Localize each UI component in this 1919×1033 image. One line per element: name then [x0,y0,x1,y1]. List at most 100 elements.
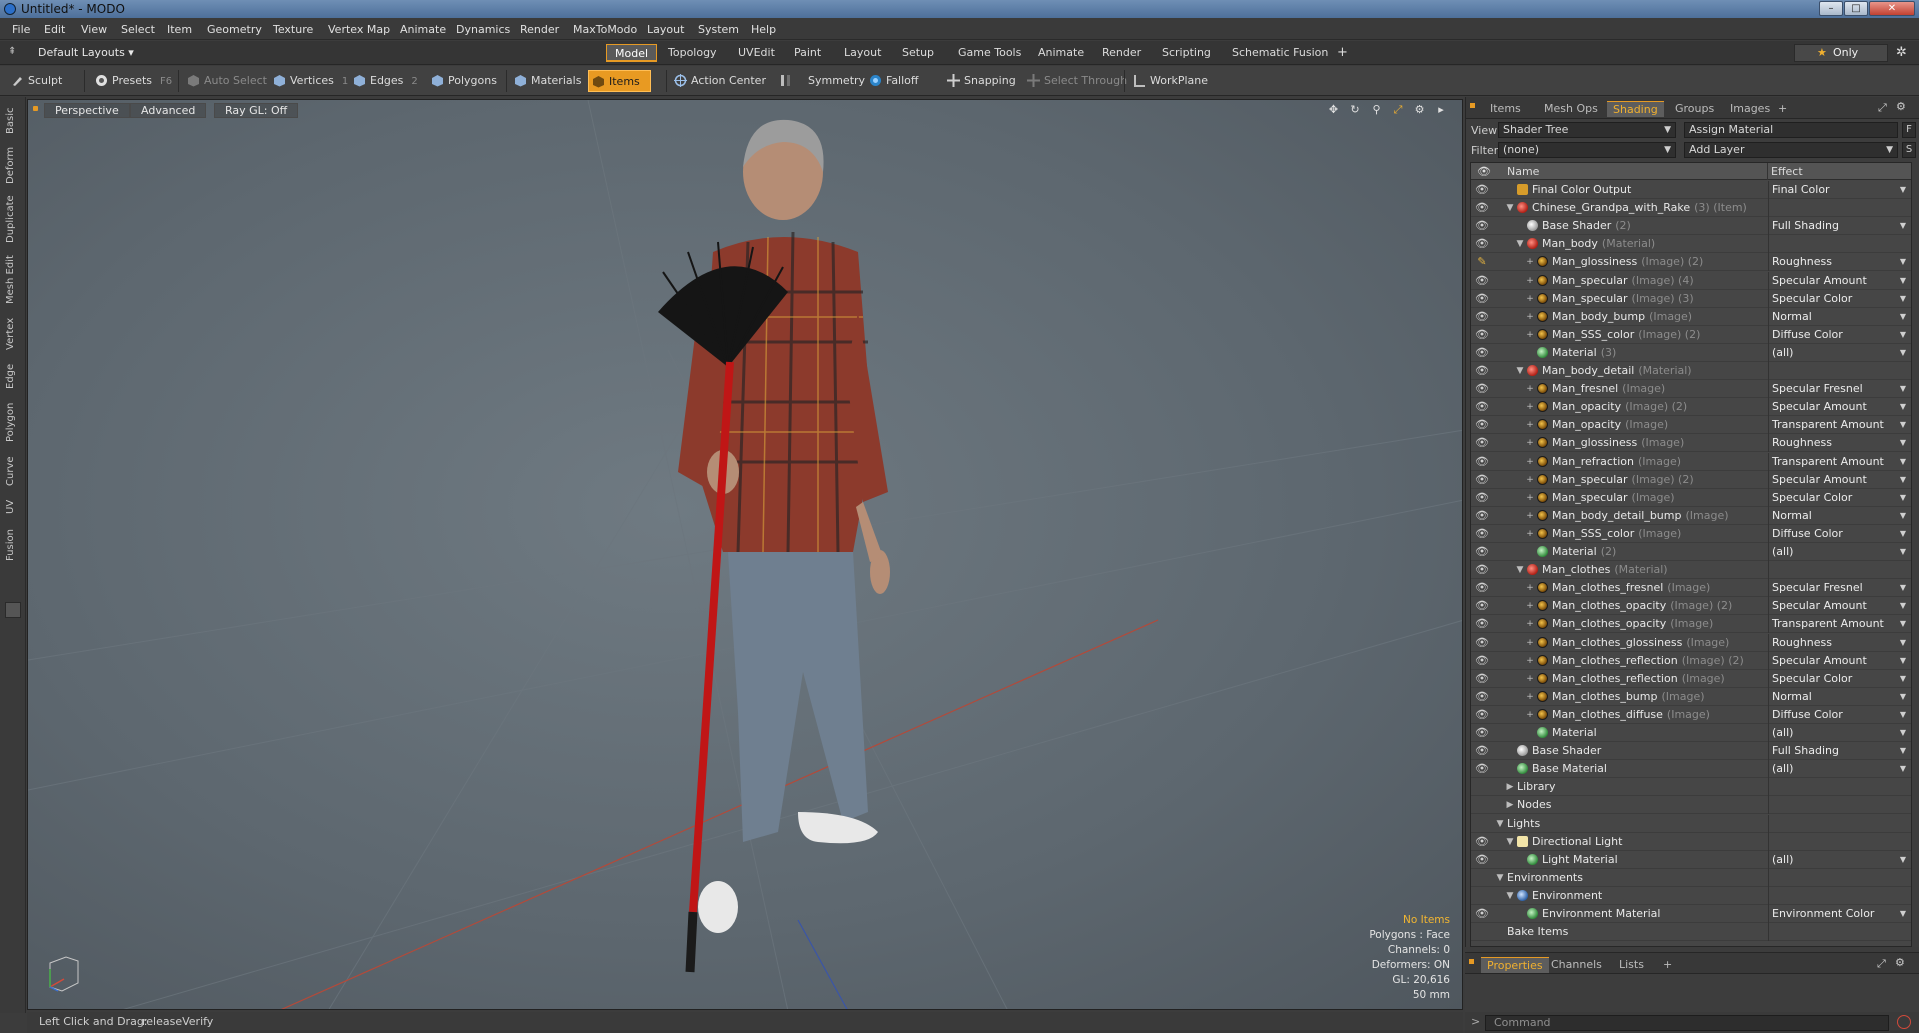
eye-visibility-icon[interactable]: 👁 [1475,364,1489,378]
vtab-polygon[interactable]: Polygon [5,399,21,445]
eye-visibility-icon[interactable]: 👁 [1475,310,1489,324]
chevron-down-icon[interactable]: ▼ [1897,726,1909,740]
shader-tree-row[interactable]: 👁 + Man_SSS_color (Image) (2) Diffuse Color ▼ [1471,325,1911,344]
layer-effect[interactable]: Roughness [1768,434,1896,453]
chevron-down-icon[interactable]: ▼ [1897,473,1909,487]
advanced-shading-button[interactable]: Advanced [130,103,207,118]
panel-gear-icon[interactable]: ⚙ [1896,100,1906,113]
menu-vertex-map[interactable]: Vertex Map [328,23,390,36]
layer-effect[interactable]: Specular Fresnel [1768,579,1896,598]
action-center-button[interactable]: Action Center [671,70,766,92]
expand-plus-icon[interactable]: + [1525,636,1535,650]
eye-visibility-icon[interactable]: 👁 [1475,853,1489,867]
chevron-down-icon[interactable]: ▼ [1897,907,1909,921]
eye-visibility-icon[interactable]: 👁 [1475,690,1489,704]
menu-geometry[interactable]: Geometry [207,23,262,36]
shader-tree-row[interactable]: 👁 Light Material (all) ▼ [1471,850,1911,869]
shader-tree-row[interactable]: 👁 Final Color Output Final Color ▼ [1471,181,1911,199]
eye-visibility-icon[interactable]: 👁 [1475,436,1489,450]
command-input[interactable]: Command [1485,1015,1889,1031]
shader-tree-row[interactable]: 👁 + Man_clothes_reflection (Image) (2) Specu… [1471,651,1911,670]
eye-visibility-icon[interactable]: 👁 [1475,835,1489,849]
expand-plus-icon[interactable]: + [1525,328,1535,342]
layer-effect[interactable]: Roughness [1768,253,1896,272]
shader-tree-row[interactable]: 👁 + Man_clothes_fresnel (Image) Specular Fre… [1471,579,1911,598]
shader-tree-row[interactable]: 👁 ▼ Man_body (Material) [1471,235,1911,254]
eye-visibility-icon[interactable]: 👁 [1475,274,1489,288]
chevron-down-icon[interactable]: ▼ [1897,708,1909,722]
expand-plus-icon[interactable]: + [1525,400,1535,414]
items-button[interactable]: Items [588,70,651,92]
properties-gear-icon[interactable]: ⚙ [1895,956,1905,969]
eye-visibility-icon[interactable]: 👁 [1475,762,1489,776]
menu-view[interactable]: View [81,23,107,36]
expand-arrow-icon[interactable]: ▸ [1434,103,1448,116]
eye-visibility-icon[interactable]: 👁 [1475,201,1489,215]
chevron-down-icon[interactable]: ▼ [1897,617,1909,631]
menu-dynamics[interactable]: Dynamics [456,23,510,36]
vertices-button[interactable]: Vertices 1 [270,70,348,92]
expand-plus-icon[interactable]: + [1525,382,1535,396]
command-stop-icon[interactable] [1897,1015,1911,1029]
shader-tree-row[interactable]: 👁 + Man_fresnel (Image) Specular Fresnel ▼ [1471,380,1911,399]
pan-icon[interactable]: ✥ [1327,103,1341,116]
shader-tree-row[interactable]: 👁 Environment Material Environment Color ▼ [1471,905,1911,923]
expand-plus-icon[interactable]: + [1525,418,1535,432]
collapse-arrow-icon[interactable]: ▼ [1495,871,1505,885]
menu-system[interactable]: System [698,23,739,36]
collapse-arrow-icon[interactable]: ▼ [1505,889,1515,903]
shader-tree-row[interactable]: 👁 Base Material (all) ▼ [1471,760,1911,779]
effect-column-header[interactable]: Effect [1771,165,1803,178]
expand-plus-icon[interactable]: + [1525,581,1535,595]
vtab-basic[interactable]: Basic [5,105,21,137]
gear-icon[interactable]: ✲ [1896,45,1907,60]
collapse-arrow-icon[interactable]: ▼ [1515,237,1525,251]
tab-scripting[interactable]: Scripting [1154,44,1219,62]
shader-tree-row[interactable]: 👁 ▼ Man_body_detail (Material) [1471,362,1911,380]
expand-panel-icon[interactable]: ⤢ [1878,101,1887,115]
chevron-down-icon[interactable]: ▼ [1897,581,1909,595]
add-tab-button[interactable]: + [1329,44,1356,62]
expand-plus-icon[interactable]: + [1525,672,1535,686]
shader-tree-row[interactable]: 👁 Base Shader Full Shading ▼ [1471,742,1911,761]
chevron-down-icon[interactable]: ▼ [1897,690,1909,704]
menu-render[interactable]: Render [520,23,559,36]
eye-visibility-icon[interactable]: 👁 [1475,563,1489,577]
chevron-down-icon[interactable]: ▼ [1897,183,1909,197]
layer-effect[interactable]: Diffuse Color [1768,325,1896,344]
tab-animate[interactable]: Animate [1030,44,1092,62]
layer-effect[interactable]: (all) [1768,724,1896,742]
layer-effect[interactable]: Specular Color [1768,669,1896,688]
layer-effect[interactable]: Specular Amount [1768,271,1896,290]
viewport-menu-icon[interactable] [33,106,38,111]
tab-schematic-fusion[interactable]: Schematic Fusion [1224,44,1336,62]
workplane-button[interactable]: WorkPlane [1130,70,1208,92]
tab-uvedit[interactable]: UVEdit [730,44,783,62]
shader-tree-row[interactable]: ▼ Environment [1471,886,1911,905]
tab-properties[interactable]: Properties [1481,957,1549,973]
eye-visibility-icon[interactable]: 👁 [1475,219,1489,233]
chevron-down-icon[interactable]: ▼ [1897,672,1909,686]
expand-plus-icon[interactable]: + [1525,310,1535,324]
eye-visibility-icon[interactable]: 👁 [1475,491,1489,505]
viewport-settings-icon[interactable]: ⚙ [1413,103,1427,116]
eye-visibility-icon[interactable]: 👁 [1475,672,1489,686]
chevron-down-icon[interactable]: ▼ [1897,418,1909,432]
shader-tree-row[interactable]: 👁 + Man_SSS_color (Image) Diffuse Color ▼ [1471,524,1911,543]
expand-plus-icon[interactable]: + [1525,274,1535,288]
expand-plus-icon[interactable]: + [1525,654,1535,668]
auto-select-button[interactable]: Auto Select [184,70,267,92]
eye-visibility-icon[interactable]: 👁 [1475,183,1489,197]
shader-tree-row[interactable]: 👁 Material (all) ▼ [1471,724,1911,742]
layer-effect[interactable]: (all) [1768,760,1896,779]
eye-visibility-icon[interactable]: 👁 [1475,509,1489,523]
layout-selector[interactable]: Default Layouts ▾ [38,46,134,59]
snapping-button[interactable]: Snapping [944,70,1016,92]
chevron-down-icon[interactable]: ▼ [1897,274,1909,288]
eye-visibility-icon[interactable]: 👁 [1475,581,1489,595]
collapse-arrow-icon[interactable]: ▼ [1515,364,1525,378]
shader-tree-row[interactable]: 👁 ▼ Man_clothes (Material) [1471,561,1911,580]
edges-button[interactable]: Edges 2 [350,70,418,92]
shader-tree-row[interactable]: ▼ Lights [1471,814,1911,833]
expand-plus-icon[interactable]: + [1525,708,1535,722]
